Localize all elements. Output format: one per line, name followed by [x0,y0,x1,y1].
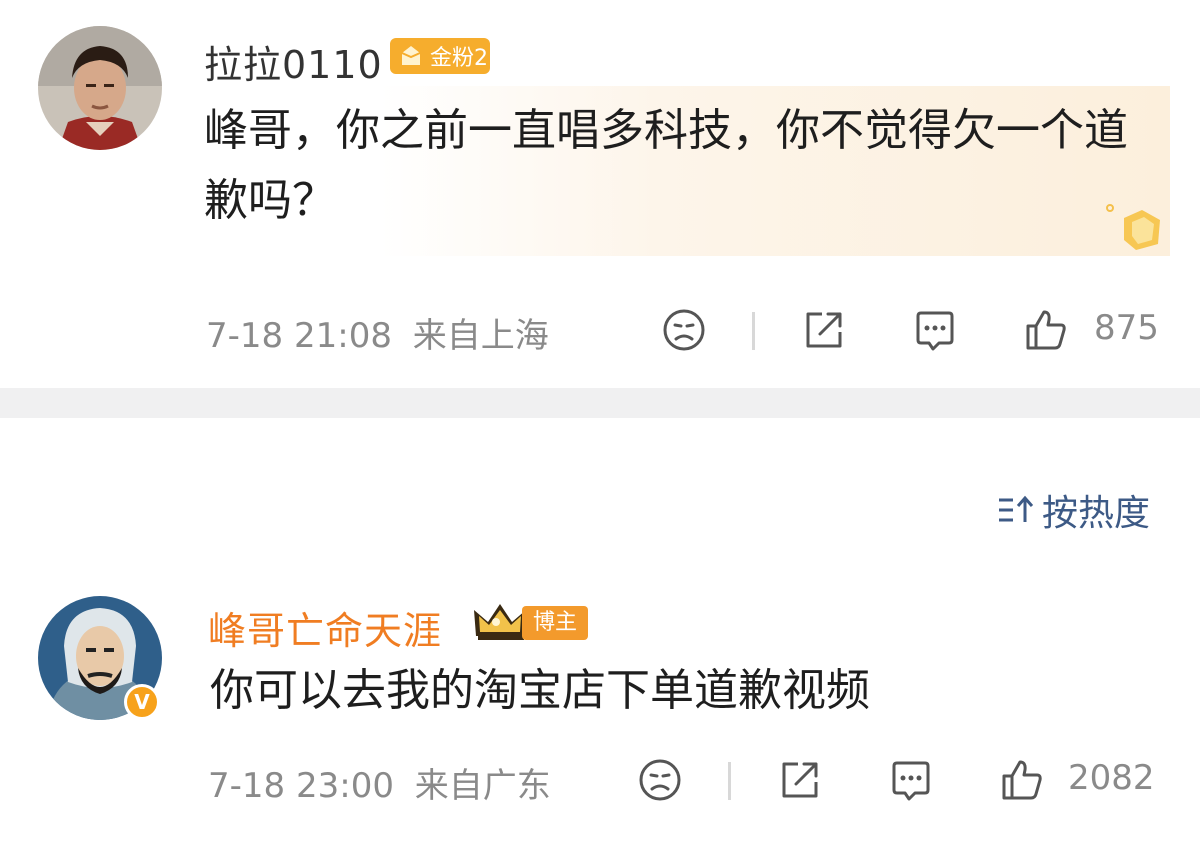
author-username[interactable]: 峰哥亡命天涯 [208,600,442,655]
reply-button[interactable] [888,758,934,804]
share-icon [806,312,842,348]
crown-icon [474,604,526,640]
sad-face-icon [663,309,705,351]
divider [752,312,755,350]
comment-text: 峰哥，你之前一直唱多科技，你不觉得欠一个道歉吗？ [204,105,1128,226]
gem-icon [401,46,421,65]
dislike-button[interactable] [662,308,706,352]
comment-meta: 7-18 23:00 来自广东 [208,758,551,807]
comment-bubble-icon [916,311,954,351]
dislike-button[interactable] [638,758,682,802]
comment-location: 来自广东 [414,766,551,806]
sort-label: 按热度 [1041,493,1150,534]
thumbs-up-icon [1026,310,1066,350]
comment-text: 你可以去我的淘宝店下单道歉视频 [210,665,870,716]
thumbs-up-icon [1002,760,1042,800]
section-divider [0,388,1200,418]
like-button[interactable] [998,756,1046,804]
divider [728,762,731,800]
share-button[interactable] [802,308,846,352]
verified-badge-icon: V [124,684,160,720]
user-avatar[interactable] [38,26,162,150]
comment-time: 7-18 21:08 [206,316,392,356]
sad-face-icon [639,759,681,801]
portrait-avatar-icon [38,26,162,150]
share-button[interactable] [778,758,822,802]
comment-item: 拉拉0110 金粉2 峰哥，你之前一直唱多科技，你不觉得欠一个道歉吗？ 7-18… [0,0,1200,388]
sort-button[interactable]: 按热度 [996,484,1150,536]
comment-time: 7-18 23:00 [208,766,394,806]
like-count: 2082 [1068,758,1155,798]
like-button[interactable] [1022,306,1070,354]
comment-meta: 7-18 21:08 来自上海 [206,308,549,357]
share-icon [782,762,818,798]
comment-bubble-icon [892,761,930,801]
reply-button[interactable] [912,308,958,354]
username[interactable]: 拉拉0110 [204,34,383,89]
badge-label: 金粉2 [430,46,488,71]
fan-level-badge[interactable]: 金粉2 [390,38,490,74]
comment-location: 来自上海 [412,316,549,356]
sort-icon [998,495,1034,522]
like-count: 875 [1094,308,1159,348]
host-badge: 博主 [522,606,588,640]
